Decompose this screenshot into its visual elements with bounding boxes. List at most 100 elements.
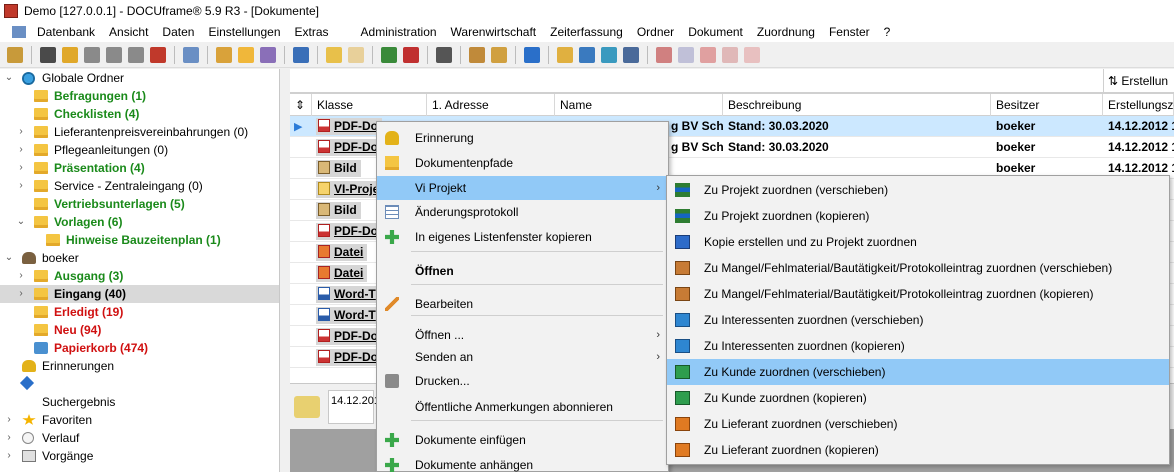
submenu-item[interactable]: Zu Lieferant zuordnen (verschieben) (667, 411, 1169, 437)
toolbar-people-alt-icon[interactable] (491, 46, 507, 63)
chevron-right-icon[interactable]: › (4, 429, 14, 447)
submenu-item[interactable]: Zu Projekt zuordnen (verschieben) (667, 177, 1169, 203)
toolbar-calendar-icon[interactable] (150, 46, 166, 63)
submenu-item[interactable]: Zu Kunde zuordnen (kopieren) (667, 385, 1169, 411)
tree-item[interactable]: Neu (94) (0, 321, 279, 339)
context-menu-item[interactable]: Bearbeiten (377, 292, 668, 316)
toolbar-pin-icon[interactable] (524, 46, 540, 63)
tree-item[interactable]: ⌄ boeker (0, 249, 279, 267)
menu-dokument[interactable]: Dokument (681, 22, 750, 42)
chevron-right-icon[interactable]: › (4, 447, 14, 465)
context-menu-item[interactable]: Änderungsprotokoll (377, 200, 668, 224)
column-header-besitzer[interactable]: Besitzer (991, 94, 1103, 116)
toolbar-scan-icon[interactable] (381, 46, 397, 63)
tree-item[interactable]: Erledigt (19) (0, 303, 279, 321)
column-chooser-icon[interactable]: ⇕ (290, 94, 312, 116)
context-menu-item[interactable]: Öffnen ... › (377, 323, 668, 347)
tree-item[interactable]: › Vorgänge (0, 447, 279, 465)
submenu-item[interactable]: Zu Interessenten zuordnen (verschieben) (667, 307, 1169, 333)
menu-fenster[interactable]: Fenster (822, 22, 877, 42)
toolbar-folder-icon[interactable] (238, 46, 254, 63)
toolbar-doc-icon[interactable] (128, 46, 144, 63)
column-header-name[interactable]: Name (555, 94, 723, 116)
submenu-item[interactable]: Zu Projekt zuordnen (kopieren) (667, 203, 1169, 229)
chevron-right-icon[interactable]: › (16, 267, 26, 285)
tree-item[interactable]: Befragungen (1) (0, 87, 279, 105)
context-menu-item[interactable]: Dokumente anhängen (377, 453, 668, 472)
chevron-right-icon[interactable]: › (16, 123, 26, 141)
toolbar-new-icon[interactable] (7, 46, 23, 63)
submenu-item[interactable]: Zu Mangel/Fehlmaterial/Bautätigkeit/Prot… (667, 281, 1169, 307)
chevron-right-icon[interactable]: › (4, 411, 14, 429)
menu-datenbank[interactable]: Datenbank (30, 22, 102, 42)
toolbar-card-icon[interactable] (40, 46, 56, 63)
chevron-down-icon[interactable]: ⌄ (16, 213, 26, 231)
menu-ordner[interactable]: Ordner (630, 22, 681, 42)
sort-button[interactable]: ⇅ Erstellun (1103, 69, 1174, 93)
toolbar-link-icon[interactable] (656, 46, 672, 63)
toolbar-tag-icon[interactable] (106, 46, 122, 63)
context-menu-item[interactable]: In eigenes Listenfenster kopieren (377, 225, 668, 249)
toolbar-remove-icon[interactable] (744, 46, 760, 63)
klasse-link[interactable]: VI-Proje (316, 181, 384, 198)
toolbar-delete-icon[interactable] (403, 46, 419, 63)
klasse-link[interactable]: Word-T (316, 307, 380, 324)
toolbar-image-icon[interactable] (260, 46, 276, 63)
toolbar-list-icon[interactable] (62, 46, 78, 63)
menu-einstellungen[interactable]: Einstellungen (201, 22, 287, 42)
submenu-item[interactable]: Zu Mangel/Fehlmaterial/Bautätigkeit/Prot… (667, 255, 1169, 281)
chevron-down-icon[interactable]: ⌄ (4, 249, 14, 267)
tree-item[interactable]: Checklisten (4) (0, 105, 279, 123)
toolbar-doc-yellow-icon[interactable] (326, 46, 342, 63)
klasse-link[interactable]: PDF-Do (316, 349, 382, 366)
column-header-erstellungszeit[interactable]: Erstellungsze (1103, 94, 1174, 116)
menu-daten[interactable]: Daten (155, 22, 201, 42)
klasse-link[interactable]: PDF-Do (316, 223, 382, 240)
menu-zeiterfassung[interactable]: Zeiterfassung (543, 22, 630, 42)
column-header-beschreibung[interactable]: Beschreibung (723, 94, 991, 116)
klasse-link[interactable]: Bild (316, 202, 361, 219)
submenu-item[interactable]: Zu Kunde zuordnen (verschieben) (667, 359, 1169, 385)
klasse-link[interactable]: Datei (316, 265, 368, 282)
klasse-link[interactable]: Datei (316, 244, 368, 261)
tree-item[interactable]: ⌄ Globale Ordner (0, 69, 279, 87)
submenu-item[interactable]: Zu Interessenten zuordnen (kopieren) (667, 333, 1169, 359)
menu-administration[interactable]: Administration (354, 22, 444, 42)
tree-item[interactable] (0, 375, 279, 393)
context-menu-item[interactable]: Dokumente einfügen (377, 428, 668, 452)
tree-item[interactable]: › Favoriten (0, 411, 279, 429)
toolbar-grid-icon[interactable] (84, 46, 100, 63)
menu-zuordnung[interactable]: Zuordnung (750, 22, 822, 42)
toolbar-open-icon[interactable] (216, 46, 232, 63)
toolbar-unlink-icon[interactable] (700, 46, 716, 63)
chevron-right-icon[interactable]: › (16, 141, 26, 159)
klasse-link[interactable]: Bild (316, 160, 361, 177)
submenu-item[interactable]: Zu Lieferant zuordnen (kopieren) (667, 437, 1169, 463)
context-menu-item[interactable]: Vi Projekt › (377, 176, 668, 200)
tree-item[interactable]: › Eingang (40) (0, 285, 279, 303)
toolbar-glasses-icon[interactable] (436, 46, 452, 63)
toolbar-archive-icon[interactable] (623, 46, 639, 63)
submenu-item[interactable]: Kopie erstellen und zu Projekt zuordnen (667, 229, 1169, 255)
context-menu-item[interactable]: Öffentliche Anmerkungen abonnieren (377, 395, 668, 419)
menu-help[interactable]: ? (877, 22, 898, 42)
tree-item[interactable]: › Präsentation (4) (0, 159, 279, 177)
chevron-right-icon[interactable]: › (16, 285, 26, 303)
klasse-link[interactable]: PDF-Do (316, 328, 382, 345)
menu-warenwirtschaft[interactable]: Warenwirtschaft (444, 22, 544, 42)
system-menu-icon[interactable] (12, 26, 26, 38)
klasse-link[interactable]: Word-T (316, 286, 380, 303)
tree-item[interactable]: Papierkorb (474) (0, 339, 279, 357)
context-menu-item[interactable]: Drucken... (377, 369, 668, 393)
menu-ansicht[interactable]: Ansicht (102, 22, 155, 42)
toolbar-unlink-alt-icon[interactable] (722, 46, 738, 63)
tree-item[interactable]: › Service - Zentraleingang (0) (0, 177, 279, 195)
tree-item[interactable]: Erinnerungen (0, 357, 279, 375)
toolbar-phone-icon[interactable] (183, 46, 199, 63)
toolbar-folder-alt-icon[interactable] (557, 46, 573, 63)
klasse-link[interactable]: PDF-Do (316, 118, 382, 135)
context-menu-item[interactable]: Öffnen (377, 259, 668, 283)
tree-item[interactable]: › Lieferantenpreisvereinbahrungen (0) (0, 123, 279, 141)
tree-item[interactable]: Suchergebnis (0, 393, 279, 411)
tree-item[interactable]: › Pflegeanleitungen (0) (0, 141, 279, 159)
